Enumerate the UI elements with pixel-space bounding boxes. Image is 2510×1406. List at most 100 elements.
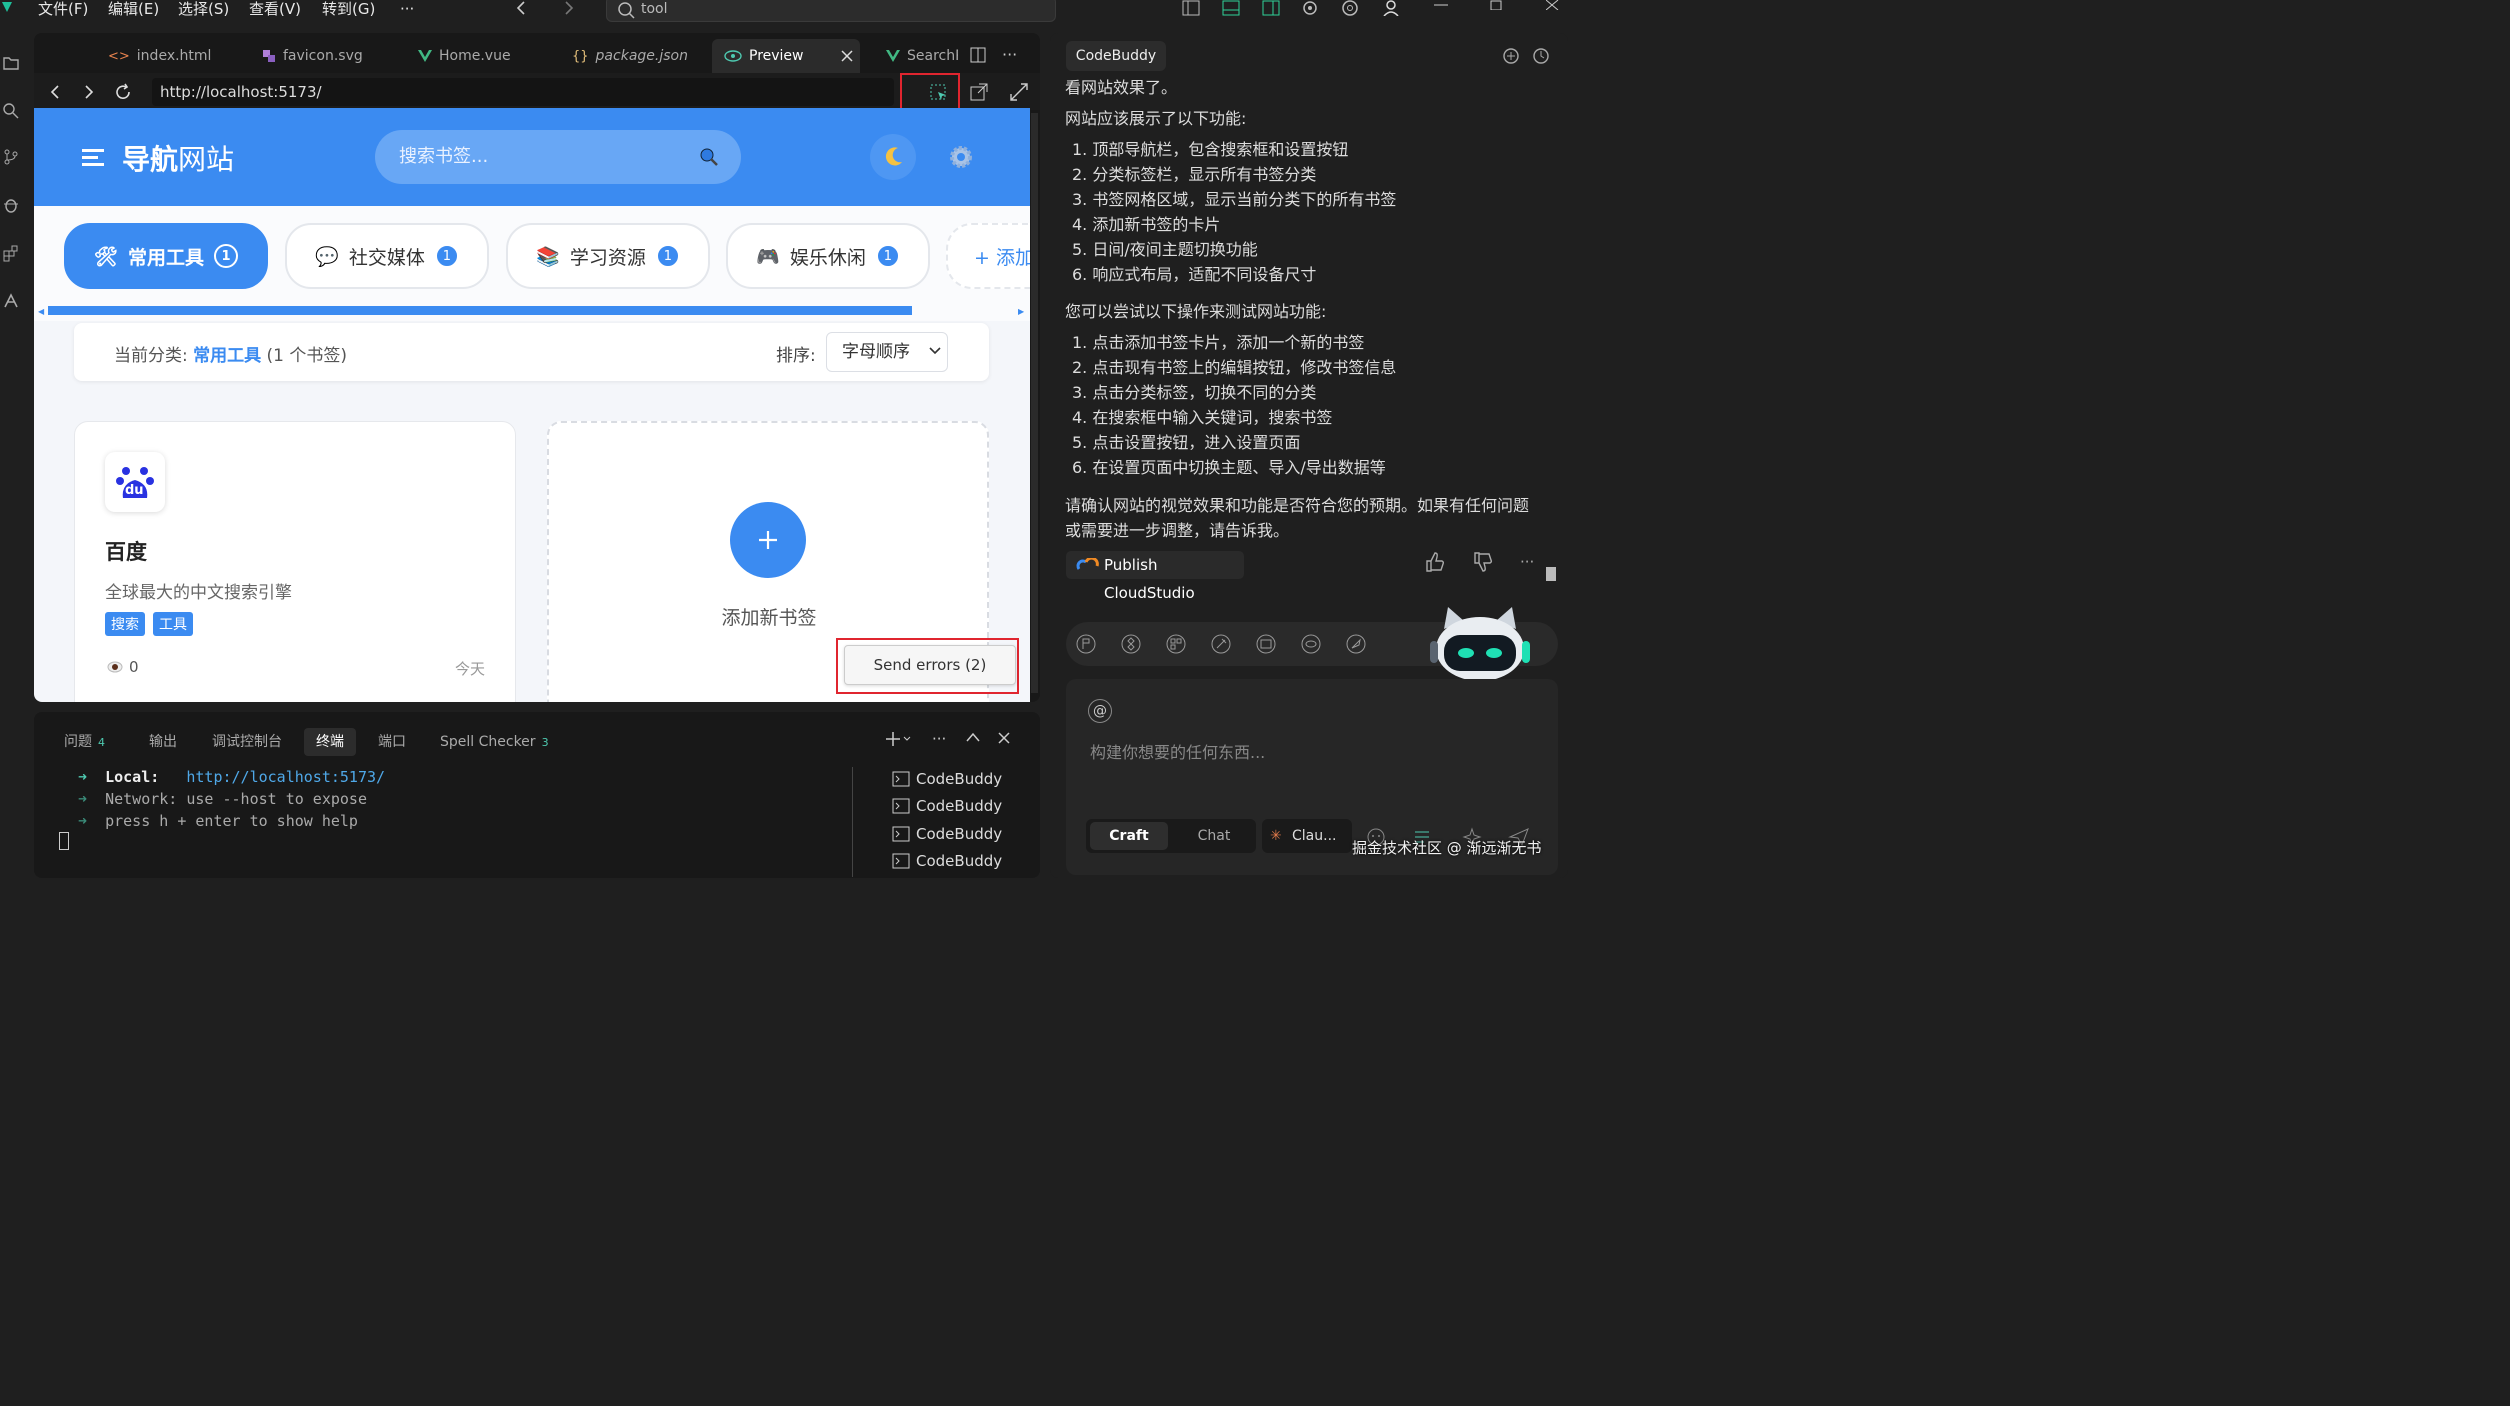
chat-scrollbar-thumb[interactable] (1546, 567, 1556, 581)
extensions-icon[interactable] (2, 244, 20, 262)
search-icon[interactable] (699, 147, 719, 167)
panel-tab-problems[interactable]: 问题 4 (64, 728, 105, 756)
search-icon[interactable] (2, 102, 20, 120)
add-category-button[interactable]: + 添加 (946, 223, 1030, 289)
menu-icon[interactable] (82, 148, 104, 166)
bookmark-card[interactable]: du 百度 全球最大的中文搜索引擎 搜索 工具 0 今天 (74, 421, 516, 702)
toggle-secondary-sidebar-icon[interactable] (1262, 0, 1280, 16)
browser-icon[interactable] (1341, 0, 1359, 16)
panel-tab-debug-console[interactable]: 调试控制台 (212, 728, 282, 756)
menu-more-button[interactable]: ··· (400, 0, 414, 18)
thumbs-up-icon[interactable] (1424, 551, 1446, 573)
category-count-badge: 1 (875, 244, 900, 268)
chat-tab[interactable]: CodeBuddy (1066, 41, 1166, 71)
scroll-right-arrow-icon[interactable]: ▶ (1018, 307, 1024, 316)
components-icon[interactable] (1121, 634, 1141, 654)
scrollbar-thumb[interactable] (48, 306, 912, 315)
close-window-icon[interactable] (1546, 0, 1560, 10)
url-input[interactable]: http://localhost:5173/ (152, 78, 894, 106)
account-icon[interactable] (1382, 0, 1400, 16)
fullscreen-icon[interactable] (1010, 83, 1028, 101)
tab-package-json[interactable]: {} package.json (572, 39, 688, 73)
sort-select[interactable]: 字母顺序 (826, 332, 948, 372)
codebuddy-icon[interactable] (2, 292, 20, 310)
publish-cloudstudio-button[interactable]: Publish CloudStudio (1066, 551, 1244, 602)
debug-icon[interactable] (2, 196, 20, 214)
image-icon[interactable] (1256, 634, 1276, 654)
integrations-icon[interactable] (1211, 634, 1231, 654)
menu-view[interactable]: 查看(V) (249, 0, 301, 18)
category-tab-entertainment[interactable]: 🎮 娱乐休闲 1 (726, 223, 930, 289)
nav-forward-icon[interactable] (562, 0, 576, 16)
select-element-icon[interactable] (929, 83, 949, 103)
tag[interactable]: 工具 (153, 612, 193, 636)
minimize-icon[interactable] (1434, 2, 1448, 8)
theme-toggle-button[interactable] (870, 134, 916, 180)
panel-more-icon[interactable]: ··· (932, 730, 946, 748)
tab-index-html[interactable]: <> index.html (108, 39, 211, 73)
panel-tab-output[interactable]: 输出 (149, 728, 177, 756)
category-tab-tools[interactable]: 🛠 常用工具 1 (64, 223, 268, 289)
app-logo-icon (0, 0, 14, 14)
tab-favicon-svg[interactable]: favicon.svg (262, 39, 363, 73)
history-icon[interactable] (1532, 47, 1550, 65)
settings-gear-icon[interactable] (948, 144, 974, 170)
menu-edit[interactable]: 编辑(E) (108, 0, 159, 18)
send-errors-button[interactable]: Send errors (2) (844, 645, 1016, 685)
category-info-bar: 当前分类: 常用工具 (1 个书签) 排序: 字母顺序 (74, 323, 989, 381)
preview-scrollbar[interactable] (1031, 113, 1038, 693)
chat-input-placeholder[interactable]: 构建你想要的任何东西... (1090, 739, 1265, 763)
new-chat-icon[interactable] (1502, 47, 1520, 65)
add-bookmark-button[interactable] (730, 502, 806, 578)
explorer-icon[interactable] (2, 54, 20, 72)
thumbs-down-icon[interactable] (1472, 551, 1494, 573)
mention-button[interactable]: @ (1088, 699, 1112, 723)
toggle-sidebar-icon[interactable] (1182, 0, 1200, 16)
bookmark-search-input[interactable]: 搜索书签... (375, 130, 741, 184)
tab-preview[interactable]: Preview (712, 39, 860, 73)
reload-icon[interactable] (114, 83, 132, 101)
terminal-instance[interactable]: CodeBuddy (892, 825, 1002, 843)
tag[interactable]: 搜索 (105, 612, 145, 636)
maximize-panel-icon[interactable] (966, 732, 980, 742)
open-external-icon[interactable] (970, 83, 988, 101)
preview-eye-icon[interactable] (1301, 634, 1321, 654)
panel-tab-spell-checker[interactable]: Spell Checker 3 (440, 728, 549, 756)
menu-selection[interactable]: 选择(S) (178, 0, 229, 18)
model-select[interactable]: ✳ Clau... (1262, 819, 1352, 853)
preview-forward-icon[interactable] (84, 85, 94, 99)
nav-back-icon[interactable] (514, 0, 528, 16)
restore-icon[interactable] (1490, 0, 1504, 10)
figma-icon[interactable] (1076, 634, 1096, 654)
deploy-rocket-icon[interactable] (1346, 634, 1366, 654)
mode-chat-button[interactable]: Chat (1176, 822, 1252, 850)
preview-back-icon[interactable] (50, 85, 60, 99)
category-tab-learning[interactable]: 📚 学习资源 1 (506, 223, 710, 289)
menu-goto[interactable]: 转到(G) (322, 0, 375, 18)
local-url-link[interactable]: http://localhost:5173/ (186, 768, 385, 786)
mode-craft-button[interactable]: Craft (1090, 822, 1168, 850)
scroll-left-arrow-icon[interactable]: ◀ (38, 307, 44, 316)
gear-icon[interactable] (1301, 0, 1319, 16)
menu-file[interactable]: 文件(F) (38, 0, 88, 18)
panel-tab-ports[interactable]: 端口 (378, 728, 406, 756)
terminal-instance[interactable]: CodeBuddy (892, 797, 1002, 815)
moon-icon (882, 146, 904, 168)
terminal-instance[interactable]: CodeBuddy (892, 770, 1002, 788)
terminal-instance[interactable]: CodeBuddy (892, 852, 1002, 870)
more-actions-icon[interactable]: ··· (1002, 45, 1017, 64)
close-tab-icon[interactable] (840, 50, 853, 62)
panel-tab-terminal[interactable]: 终端 (304, 728, 356, 756)
tab-searchresults[interactable]: SearchRe (886, 39, 958, 73)
tab-home-vue[interactable]: Home.vue (418, 39, 511, 73)
source-control-icon[interactable] (2, 148, 20, 166)
command-center-search[interactable]: tool (606, 0, 1056, 22)
blocks-icon[interactable] (1166, 634, 1186, 654)
new-terminal-icon[interactable] (884, 730, 912, 748)
close-panel-icon[interactable] (998, 732, 1010, 744)
horizontal-scrollbar[interactable]: ◀ ▶ (38, 304, 1028, 318)
split-editor-icon[interactable] (970, 47, 986, 63)
toggle-panel-icon[interactable] (1222, 0, 1240, 16)
category-tab-social[interactable]: 💬 社交媒体 1 (285, 223, 489, 289)
message-more-icon[interactable]: ··· (1520, 553, 1534, 571)
